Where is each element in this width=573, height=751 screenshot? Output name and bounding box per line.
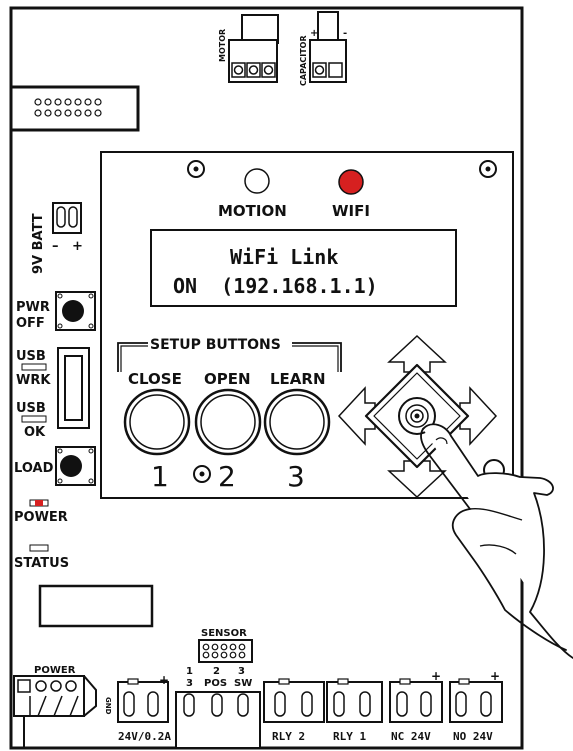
usb-wrk-label-1: USB (16, 349, 46, 364)
blank-module (38, 584, 154, 628)
ribbon-header (9, 85, 140, 132)
pwr-label-1: PWR (16, 300, 50, 315)
header-pin (94, 98, 102, 106)
header-pin (54, 98, 62, 106)
button-number-2: 2 (218, 460, 236, 493)
power-led-dot (35, 500, 43, 506)
terminal-label-rly1: RLY 1 (333, 730, 366, 743)
sensor-pin-top-2: 2 (213, 666, 220, 677)
header-pin (64, 98, 72, 106)
terminal-label-no: NO 24V (453, 730, 493, 743)
motion-led (244, 168, 270, 194)
terminal-plus: + (159, 673, 169, 687)
pwr-label-2: OFF (16, 316, 45, 331)
button-number-3: 3 (287, 460, 305, 493)
open-label: OPEN (204, 370, 251, 388)
motion-label: MOTION (218, 202, 287, 220)
header-pin (238, 643, 246, 651)
battery-plus: + (72, 239, 83, 254)
header-pin (34, 109, 42, 117)
header-pin (74, 109, 82, 117)
terminal-sensor (175, 691, 261, 749)
power-led-label: POWER (14, 510, 68, 525)
header-pin (54, 109, 62, 117)
header-pin (211, 643, 219, 651)
pwr-button-cap[interactable] (62, 300, 84, 322)
terminal-24v: + 24V/0.2A (117, 673, 171, 743)
header-pin (220, 651, 228, 659)
header-pin (220, 643, 228, 651)
capacitor-plus: + (310, 28, 318, 39)
terminal-label-rly2: RLY 2 (272, 730, 305, 743)
header-pin (202, 643, 210, 651)
sensor-pin-top-1: 1 (186, 666, 193, 677)
status-led-label: STATUS (14, 556, 69, 571)
terminal-label-nc: NC 24V (391, 730, 431, 743)
header-pin (211, 651, 219, 659)
header-pin (238, 651, 246, 659)
lcd-line-1: WiFi Link (230, 245, 338, 269)
header-pin (34, 98, 42, 106)
header-pin (64, 109, 72, 117)
load-button-cap[interactable] (60, 455, 82, 477)
wifi-led (338, 169, 364, 195)
header-pin (84, 109, 92, 117)
header-pin (84, 98, 92, 106)
header-pin (74, 98, 82, 106)
learn-label: LEARN (270, 370, 326, 388)
usb-wrk-label-2: WRK (16, 373, 51, 388)
sensor-pin-bottom-1: 3 (186, 678, 193, 689)
usb-wrk-led (21, 363, 47, 371)
capacitor-minus: - (343, 28, 347, 39)
usb-ok-label-1: USB (16, 401, 46, 416)
sensor-pin-top-3: 3 (238, 666, 245, 677)
button-number-1: 1 (151, 460, 169, 493)
header-pin (202, 651, 210, 659)
usb-ok-label-2: OK (24, 425, 46, 440)
wifi-label: WIFI (332, 202, 370, 220)
sensor-pin-bottom-3: SW (234, 678, 252, 689)
header-pin (229, 643, 237, 651)
setup-buttons-label: SETUP BUTTONS (150, 337, 281, 353)
circuit-board-diagram: MOTOR CAPACITOR + - 9V BATT – + PWR OFF … (9, 6, 573, 750)
learn-button[interactable] (263, 388, 331, 456)
close-label: CLOSE (128, 370, 182, 388)
lcd-line-2: ON (192.168.1.1) (173, 274, 378, 298)
open-button[interactable] (194, 388, 262, 456)
motor-label: MOTOR (218, 29, 227, 62)
power-connector-label: POWER (34, 665, 76, 676)
terminal-plus: + (490, 669, 500, 683)
capacitor-label: CAPACITOR (299, 35, 308, 86)
close-button[interactable] (123, 388, 191, 456)
sensor-pin-bottom-2: POS (204, 678, 227, 689)
usb-ok-led (21, 415, 47, 423)
terminal-label-24v: 24V/0.2A (118, 730, 171, 743)
header-pin (44, 109, 52, 117)
gnd-label: GND (104, 697, 112, 715)
battery-minus: – (52, 239, 59, 254)
header-pin (44, 98, 52, 106)
load-label: LOAD (14, 461, 54, 476)
header-pin (94, 109, 102, 117)
terminal-plus: + (431, 669, 441, 683)
battery-label: 9V BATT (31, 213, 46, 274)
sensor-label: SENSOR (201, 628, 247, 639)
header-pin (229, 651, 237, 659)
